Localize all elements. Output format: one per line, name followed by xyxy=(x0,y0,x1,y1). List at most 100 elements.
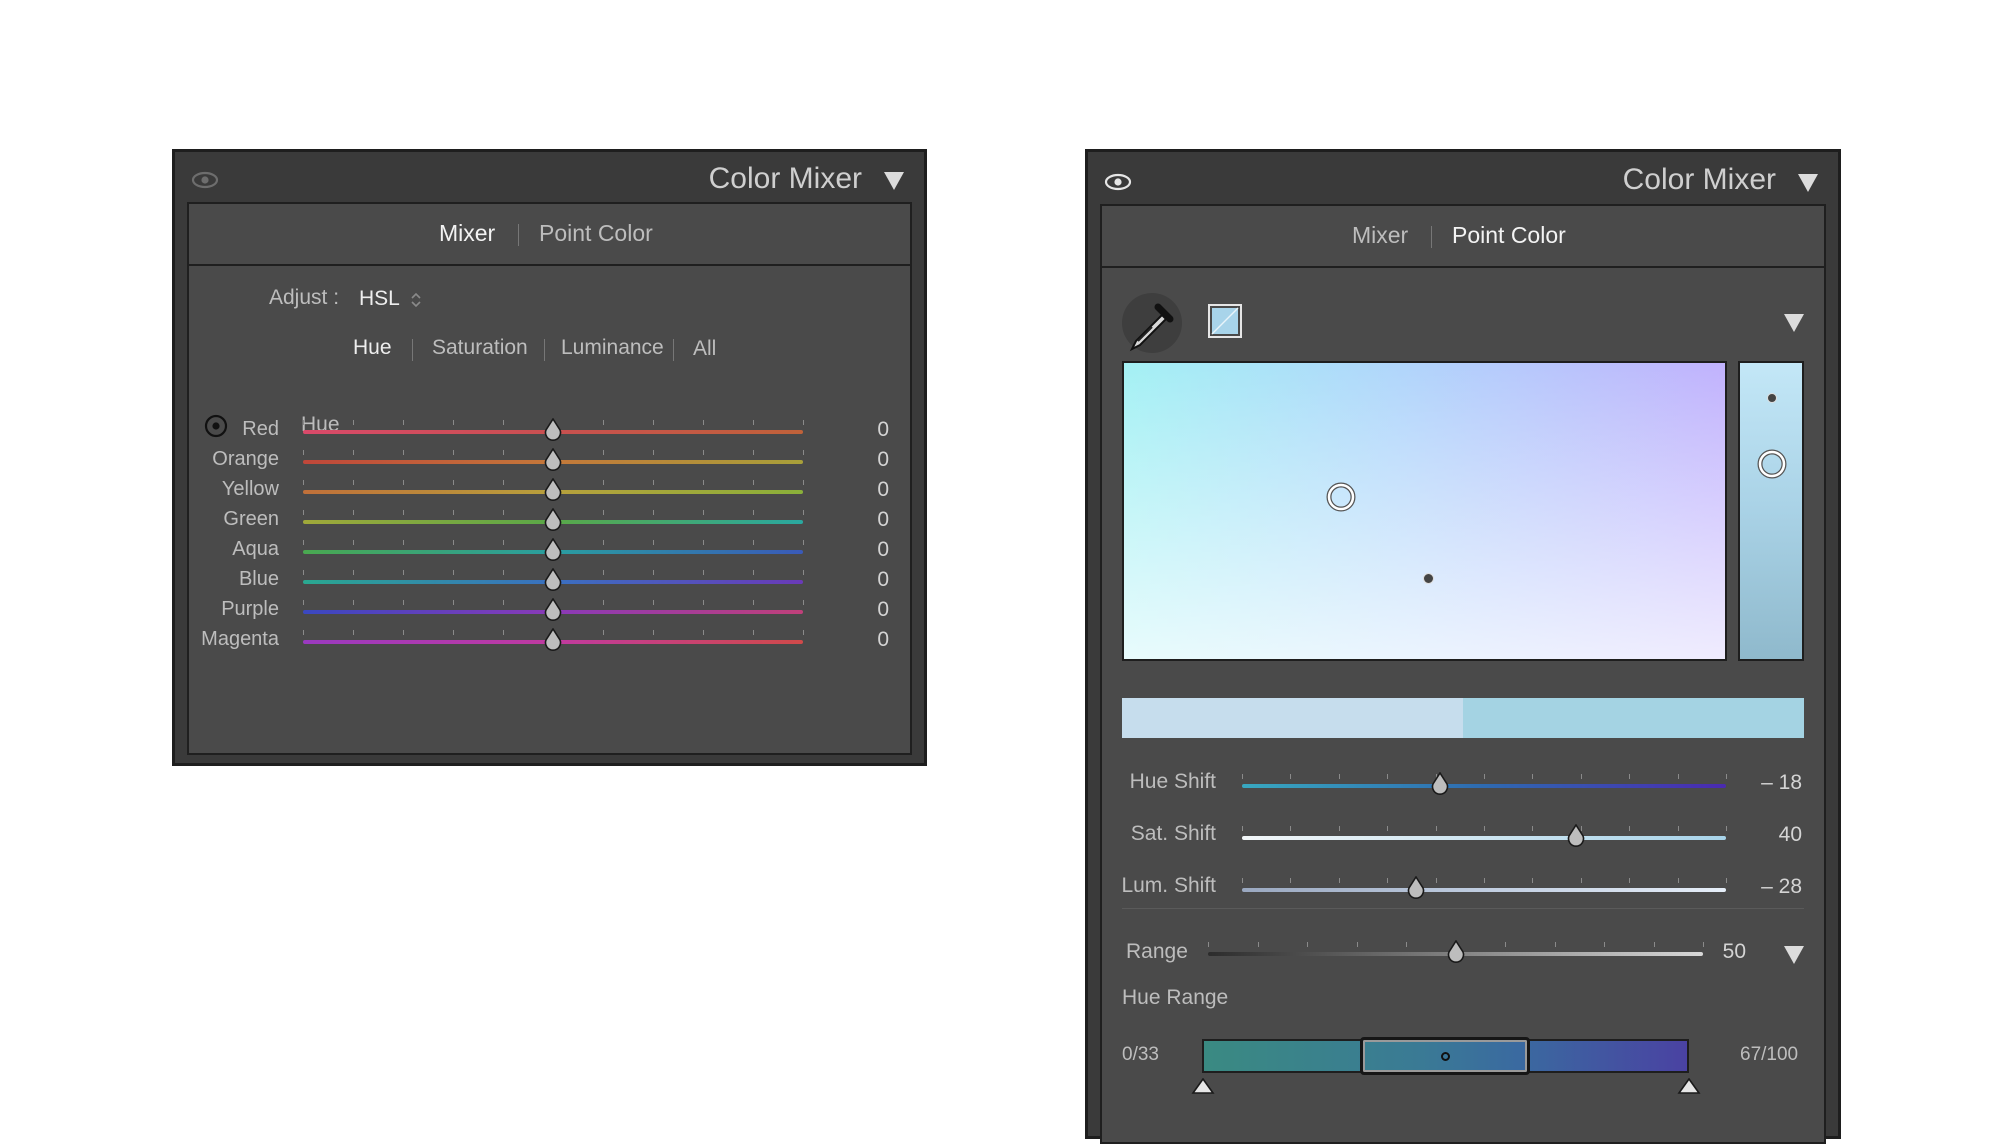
slider-thumb-red[interactable] xyxy=(544,418,562,442)
slider-thumb-magenta[interactable] xyxy=(544,628,562,652)
slider-tick xyxy=(753,630,754,635)
range-tick xyxy=(1406,942,1407,947)
range-tick xyxy=(1357,942,1358,947)
shift-thumb-0[interactable] xyxy=(1431,772,1449,796)
shift-thumb-1[interactable] xyxy=(1567,824,1585,848)
slider-label-red: Red xyxy=(242,418,279,440)
range-menu-triangle-icon[interactable] xyxy=(1784,946,1804,964)
slider-tick xyxy=(803,540,804,545)
slider-tick xyxy=(503,450,504,455)
luminance-strip[interactable] xyxy=(1738,361,1804,661)
shift-tick xyxy=(1242,826,1243,831)
after-color-bar xyxy=(1463,698,1804,738)
slider-tick xyxy=(303,420,304,425)
shift-tick xyxy=(1387,826,1388,831)
slider-tick xyxy=(503,510,504,515)
mode-divider xyxy=(544,339,545,361)
slider-tick xyxy=(353,600,354,605)
slider-tick xyxy=(403,510,404,515)
slider-value-green: 0 xyxy=(877,508,889,531)
tab-mixer[interactable]: Mixer xyxy=(1352,222,1408,249)
hue-range-bar[interactable] xyxy=(1202,1037,1689,1075)
slider-tick xyxy=(453,450,454,455)
adjust-select[interactable]: HSL xyxy=(359,287,400,311)
hue-range-right-handle-icon[interactable] xyxy=(1677,1078,1701,1096)
panel-title: Color Mixer xyxy=(1622,163,1776,196)
slider-tick xyxy=(403,480,404,485)
collapse-triangle-icon[interactable] xyxy=(884,172,904,190)
hue-saturation-field[interactable] xyxy=(1122,361,1727,661)
slider-tick xyxy=(403,630,404,635)
shift-tick xyxy=(1678,774,1679,779)
slider-tick xyxy=(753,420,754,425)
eye-icon[interactable] xyxy=(1104,173,1132,191)
tab-mixer[interactable]: Mixer xyxy=(439,220,495,247)
slider-thumb-orange[interactable] xyxy=(544,448,562,472)
slider-tick xyxy=(653,480,654,485)
shift-track-2[interactable] xyxy=(1242,888,1726,892)
hue-range-left-handle-icon[interactable] xyxy=(1191,1078,1215,1096)
slider-thumb-aqua[interactable] xyxy=(544,538,562,562)
hue-range-left-value: 0/33 xyxy=(1122,1044,1159,1065)
range-label: Range xyxy=(1126,940,1188,963)
swatch-menu-triangle-icon[interactable] xyxy=(1784,314,1804,332)
selection-circle-icon[interactable] xyxy=(1324,480,1358,514)
hue-range-center-dot xyxy=(1441,1052,1450,1061)
slider-tick xyxy=(703,630,704,635)
slider-value-blue: 0 xyxy=(877,568,889,591)
slider-tick xyxy=(703,540,704,545)
hue-range-center-box[interactable] xyxy=(1360,1037,1530,1075)
shift-tick xyxy=(1629,878,1630,883)
shift-tick xyxy=(1387,774,1388,779)
slider-tick xyxy=(753,510,754,515)
slider-tick xyxy=(503,480,504,485)
eye-icon[interactable] xyxy=(191,171,219,189)
mode-all[interactable]: All xyxy=(693,337,716,361)
luminance-selection-circle-icon[interactable] xyxy=(1755,447,1789,481)
color-swatch[interactable] xyxy=(1208,304,1242,338)
slider-thumb-green[interactable] xyxy=(544,508,562,532)
slider-tick xyxy=(303,450,304,455)
collapse-triangle-icon[interactable] xyxy=(1798,174,1818,192)
slider-thumb-purple[interactable] xyxy=(544,598,562,622)
shift-value-1: 40 xyxy=(1778,823,1802,846)
eyedropper-button[interactable] xyxy=(1122,293,1182,353)
slider-tick xyxy=(653,510,654,515)
mode-saturation[interactable]: Saturation xyxy=(432,336,528,360)
slider-tick xyxy=(803,420,804,425)
slider-tick xyxy=(503,600,504,605)
tab-point-color[interactable]: Point Color xyxy=(1452,222,1566,249)
shift-tick xyxy=(1290,774,1291,779)
slider-tick xyxy=(603,600,604,605)
shift-track-1[interactable] xyxy=(1242,836,1726,840)
slider-tick xyxy=(753,540,754,545)
shift-label-1: Sat. Shift xyxy=(1130,822,1216,845)
slider-tick xyxy=(453,510,454,515)
range-slider[interactable] xyxy=(1208,940,1704,972)
slider-tick xyxy=(303,570,304,575)
slider-tick xyxy=(453,540,454,545)
slider-tick xyxy=(503,420,504,425)
shift-thumb-2[interactable] xyxy=(1407,876,1425,900)
color-mixer-panel-mixer: Color Mixer Mixer Point Color Adjust : H… xyxy=(172,149,927,766)
slider-tick xyxy=(653,630,654,635)
slider-tick xyxy=(403,570,404,575)
tab-point-color[interactable]: Point Color xyxy=(539,220,653,247)
select-arrows-icon[interactable] xyxy=(411,291,421,309)
slider-tick xyxy=(653,600,654,605)
panel-body: Mixer Point Color Hue Shift – 18 Sat. Sh… xyxy=(1100,204,1826,1144)
shift-track-0[interactable] xyxy=(1242,784,1726,788)
mode-luminance[interactable]: Luminance xyxy=(561,336,664,360)
shift-tick xyxy=(1387,878,1388,883)
shift-tick xyxy=(1436,878,1437,883)
slider-tick xyxy=(803,600,804,605)
shift-tick xyxy=(1532,826,1533,831)
slider-tick xyxy=(503,630,504,635)
slider-thumb-blue[interactable] xyxy=(544,568,562,592)
mode-hue[interactable]: Hue xyxy=(353,336,392,360)
shift-tick xyxy=(1484,878,1485,883)
shift-value-2: – 28 xyxy=(1761,875,1802,898)
range-thumb[interactable] xyxy=(1447,940,1465,964)
shift-tick xyxy=(1242,878,1243,883)
slider-thumb-yellow[interactable] xyxy=(544,478,562,502)
